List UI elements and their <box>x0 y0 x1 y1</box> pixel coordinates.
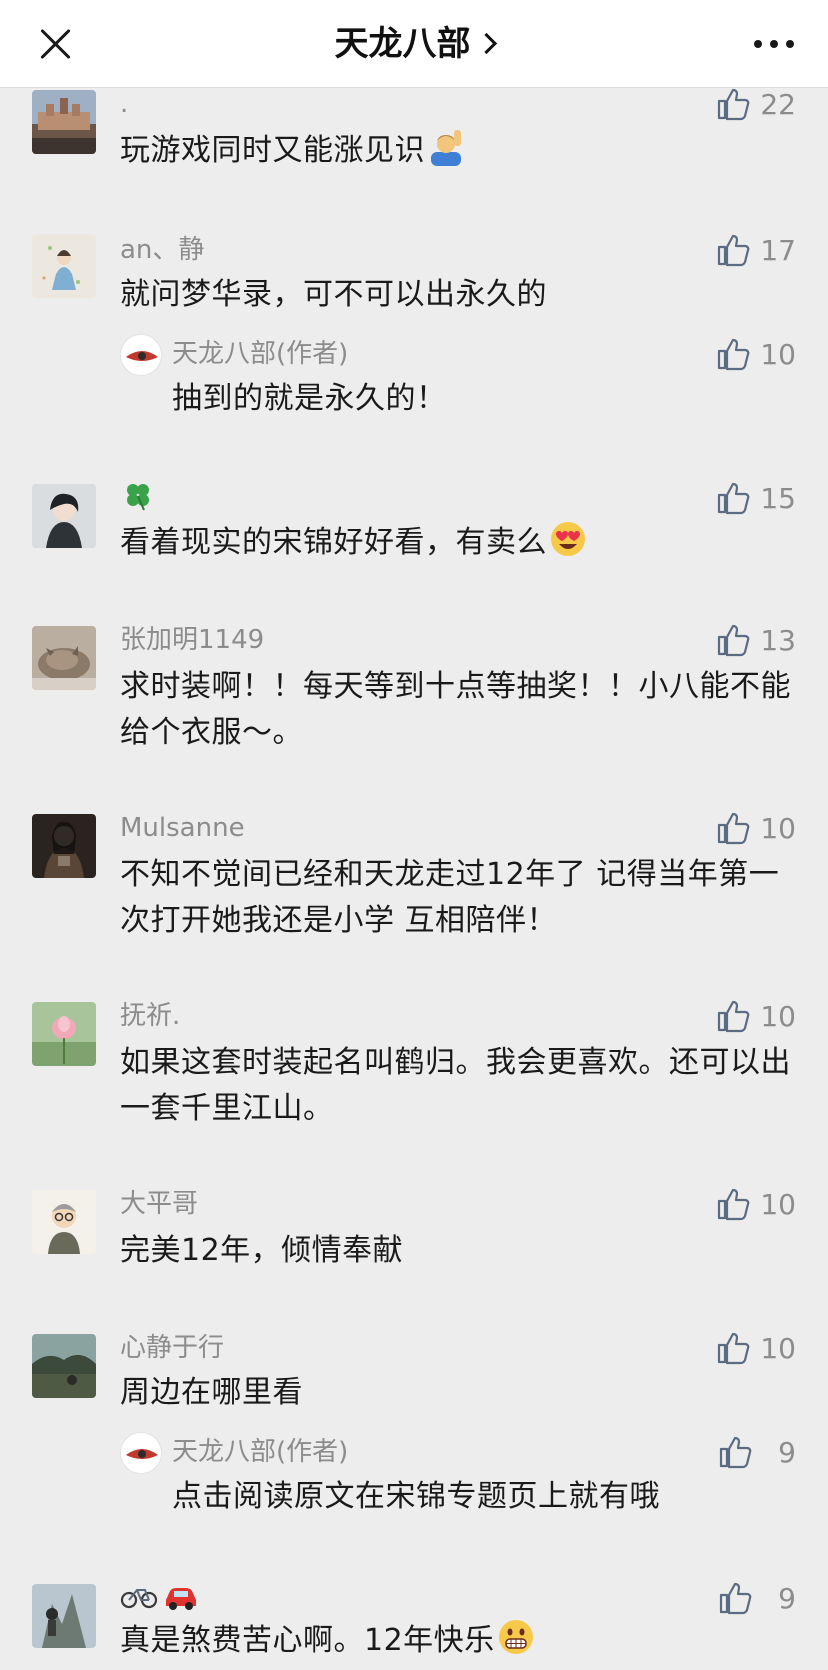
avatar[interactable] <box>32 1002 96 1066</box>
comment-content: 就问梦华录，可不可以出永久的 <box>120 277 547 312</box>
avatar[interactable] <box>32 90 96 154</box>
like-button[interactable]: 22 <box>716 86 796 122</box>
like-button[interactable]: 15 <box>716 480 796 516</box>
comment-text: 看着现实的宋锦好好看，有卖么 <box>120 525 547 560</box>
comment-content: 完美12年，倾情奉献 <box>120 1233 404 1268</box>
like-button[interactable]: 10 <box>716 336 796 372</box>
comment-nickname: an、静 <box>120 235 205 265</box>
thumbs-up-icon <box>718 812 750 845</box>
thumbs-up-icon <box>719 1582 752 1615</box>
page-title-button[interactable]: 天龙八部 <box>334 18 497 70</box>
comment-content: 玩游戏同时又能涨见识 <box>120 128 796 180</box>
comment-content: 看着现实的宋锦好好看，有卖么 <box>120 520 796 572</box>
like-count: 9 <box>778 1581 796 1615</box>
comment-nickname: Mulsanne <box>120 813 245 843</box>
like-button[interactable]: 17 <box>716 232 796 268</box>
heart-eyes-emoji <box>549 520 587 572</box>
like-button[interactable]: 9 <box>718 1580 796 1616</box>
reply-nickname: 天龙八部(作者) <box>172 339 349 369</box>
comment-nickname: . <box>120 89 129 119</box>
like-button[interactable]: 10 <box>716 1330 796 1366</box>
like-count: 22 <box>760 87 796 121</box>
comment-text: 真是煞费苦心啊。12年快乐 <box>120 1623 495 1658</box>
chevron-right-icon <box>475 32 497 55</box>
like-count: 15 <box>760 481 796 515</box>
thumbs-up-icon <box>718 482 750 515</box>
reply-content: 抽到的就是永久的！ <box>172 381 447 416</box>
thumbs-up-icon <box>718 234 750 267</box>
like-count: 10 <box>760 1331 796 1365</box>
avatar[interactable] <box>32 484 96 548</box>
comment-nickname: 心静于行 <box>120 1333 225 1363</box>
avatar[interactable] <box>32 1584 96 1648</box>
thumbs-up-icon <box>718 1332 750 1365</box>
thumbs-up-icon <box>718 338 750 371</box>
like-button[interactable]: 10 <box>716 1186 796 1222</box>
avatar[interactable] <box>32 814 96 878</box>
person-raising-hand-emoji <box>427 128 465 180</box>
more-dots-icon[interactable] <box>754 36 794 52</box>
comment-content: 真是煞费苦心啊。12年快乐 <box>120 1618 796 1670</box>
header-bar: 天龙八部 <box>0 0 828 88</box>
comment-nickname: 抚祈. <box>120 1001 181 1031</box>
avatar[interactable] <box>32 626 96 690</box>
author-avatar[interactable] <box>120 334 162 376</box>
avatar[interactable] <box>32 1190 96 1254</box>
avatar[interactable] <box>32 1334 96 1398</box>
like-count: 10 <box>760 999 796 1033</box>
like-button[interactable]: 10 <box>716 810 796 846</box>
author-avatar[interactable] <box>120 1432 162 1474</box>
comment-nickname <box>120 1580 204 1622</box>
grinning-emoji <box>497 1618 535 1670</box>
comment-nickname: 大平哥 <box>120 1189 199 1219</box>
comment-nickname: 张加明1149 <box>120 625 265 655</box>
thumbs-up-icon <box>718 624 750 657</box>
thumbs-up-icon <box>718 1000 750 1033</box>
thumbs-up-icon <box>718 1188 750 1221</box>
avatar[interactable] <box>32 234 96 298</box>
car-emoji <box>162 1580 200 1622</box>
like-count: 13 <box>760 623 796 657</box>
like-count: 10 <box>760 1187 796 1221</box>
like-count: 10 <box>760 337 796 371</box>
thumbs-up-icon <box>718 88 750 121</box>
comment-content: 如果这套时装起名叫鹤归。我会更喜欢。还可以出一套千里江山。 <box>120 1045 791 1126</box>
like-button[interactable]: 13 <box>716 622 796 658</box>
like-count: 17 <box>760 233 796 267</box>
thumbs-up-icon <box>719 1436 752 1469</box>
reply-nickname: 天龙八部(作者) <box>172 1437 349 1467</box>
reply-content: 点击阅读原文在宋锦专题页上就有哦 <box>172 1479 660 1514</box>
like-count: 9 <box>778 1435 796 1469</box>
four-leaf-clover-emoji <box>120 480 158 522</box>
like-button[interactable]: 10 <box>716 998 796 1034</box>
comment-content: 周边在哪里看 <box>120 1375 303 1410</box>
comment-nickname <box>120 480 162 522</box>
title-wrap: 天龙八部 <box>0 18 828 70</box>
comment-content: 求时装啊！！每天等到十点等抽奖！！小八能不能给个衣服～。 <box>120 669 791 750</box>
bicycle-emoji <box>120 1580 158 1622</box>
like-count: 10 <box>760 811 796 845</box>
comment-content: 不知不觉间已经和天龙走过12年了 记得当年第一次打开她我还是小学 互相陪伴！ <box>120 857 780 938</box>
like-button[interactable]: 9 <box>718 1434 796 1470</box>
page-title: 天龙八部 <box>334 24 471 64</box>
comment-text: 玩游戏同时又能涨见识 <box>120 133 425 168</box>
